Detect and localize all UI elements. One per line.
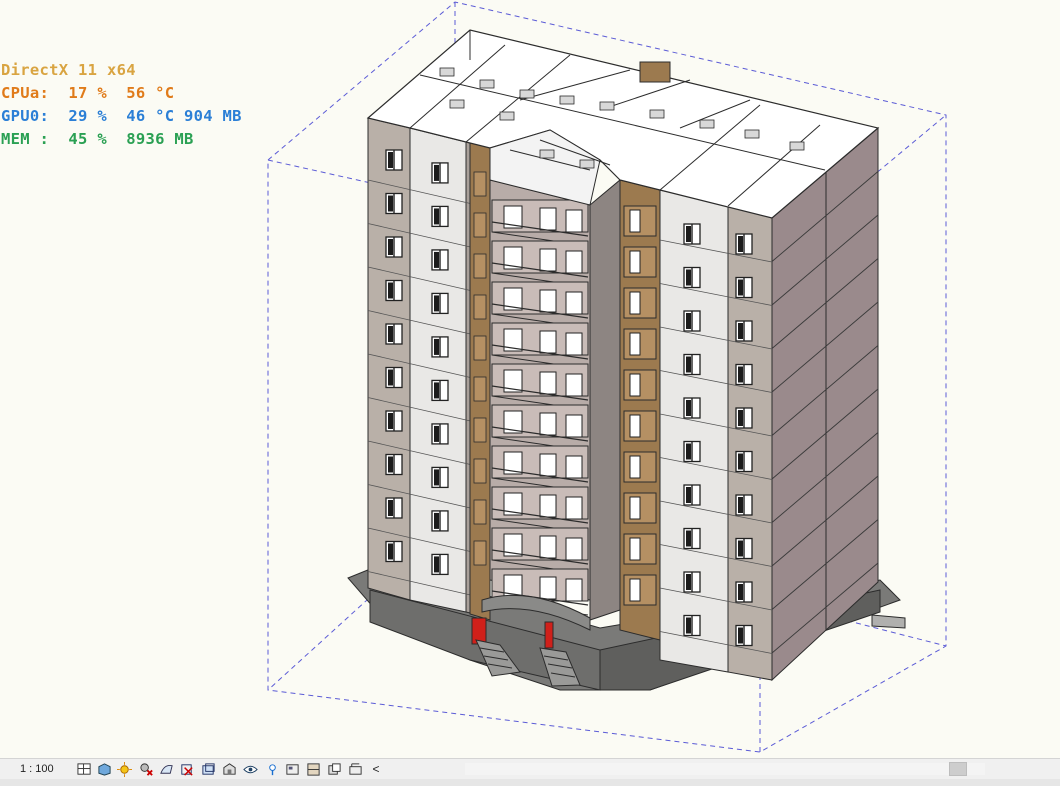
- roof-plan-element: [539, 149, 555, 159]
- roof-plan-element: [499, 111, 515, 121]
- window: [735, 363, 753, 386]
- view-control-bar: 1 : 100 <: [0, 758, 1060, 779]
- visual-style-icon[interactable]: [96, 761, 112, 777]
- view-scale[interactable]: 1 : 100: [20, 762, 66, 776]
- lock-3d-view-icon[interactable]: [221, 761, 237, 777]
- roof-plan-element: [449, 99, 465, 109]
- roof-plan-element: [439, 67, 455, 77]
- window: [735, 537, 753, 560]
- analytical-model-icon[interactable]: [305, 761, 321, 777]
- window: [385, 192, 403, 215]
- roof-plan-element: [599, 101, 615, 111]
- overlay-cpu-stats: CPUa: 17 % 56 °C: [1, 84, 175, 102]
- window: [735, 450, 753, 473]
- collapse-toolbar-button[interactable]: <: [370, 761, 382, 777]
- roof-plan-element: [579, 159, 595, 169]
- window: [431, 379, 449, 402]
- window: [431, 205, 449, 228]
- window: [431, 249, 449, 271]
- temporary-view-properties-icon[interactable]: [284, 761, 300, 777]
- overlay-mem-stats: MEM : 45 % 8936 MB: [1, 130, 194, 148]
- window: [683, 614, 701, 637]
- render-icon[interactable]: [158, 761, 174, 777]
- window: [683, 353, 701, 376]
- window: [735, 624, 753, 647]
- window: [431, 336, 449, 358]
- shadows-icon[interactable]: [138, 761, 154, 777]
- bottom-strip: [0, 779, 1060, 786]
- window: [735, 320, 753, 342]
- window: [735, 276, 753, 299]
- window: [735, 581, 753, 603]
- overlay-gpu-stats: GPU0: 29 % 46 °C 904 MB: [1, 107, 242, 125]
- window: [431, 423, 449, 445]
- overlay-directx-label: DirectX 11 x64: [1, 61, 136, 79]
- window: [735, 407, 753, 429]
- crop-view-icon[interactable]: [178, 761, 194, 777]
- window: [385, 497, 403, 519]
- window: [385, 410, 403, 432]
- window: [683, 310, 701, 332]
- roof-plan-element: [789, 141, 805, 151]
- window: [385, 323, 403, 345]
- window: [683, 527, 701, 550]
- entrance-door-left: [471, 617, 487, 645]
- window: [431, 292, 449, 315]
- window: [385, 149, 403, 171]
- 3d-view-canvas[interactable]: DirectX 11 x64 CPUa: 17 % 56 °C GPU0: 29…: [0, 0, 1060, 758]
- roof-plan-element: [519, 89, 535, 99]
- window: [735, 233, 753, 255]
- roof-plan-element: [479, 79, 495, 89]
- window: [431, 553, 449, 576]
- detail-level-icon[interactable]: [76, 761, 92, 777]
- window: [385, 236, 403, 258]
- window: [683, 223, 701, 245]
- window: [683, 484, 701, 506]
- temporary-hide-icon[interactable]: [242, 761, 258, 777]
- roof-plan-element: [699, 119, 715, 129]
- highlight-displacement-icon[interactable]: [326, 761, 342, 777]
- window: [683, 440, 701, 463]
- window: [683, 266, 701, 289]
- show-crop-region-icon[interactable]: [200, 761, 216, 777]
- window: [385, 366, 403, 389]
- entrance-tower: [469, 139, 661, 687]
- roof-plan-element: [649, 109, 665, 119]
- entrance-door-right: [544, 621, 554, 649]
- window: [683, 571, 701, 593]
- window: [431, 162, 449, 184]
- horizontal-scrollbar-track[interactable]: [465, 763, 985, 775]
- roof-plan-element: [744, 129, 760, 139]
- reveal-hidden-icon[interactable]: [264, 761, 280, 777]
- reveal-constraints-icon[interactable]: [347, 761, 363, 777]
- horizontal-scrollbar-thumb[interactable]: [949, 762, 967, 776]
- sun-path-icon[interactable]: [116, 761, 132, 777]
- window: [431, 510, 449, 532]
- window: [735, 494, 753, 516]
- window: [385, 453, 403, 476]
- window: [385, 279, 403, 302]
- window: [385, 540, 403, 563]
- window: [431, 466, 449, 489]
- window: [683, 397, 701, 419]
- roof-plan-element: [559, 95, 575, 105]
